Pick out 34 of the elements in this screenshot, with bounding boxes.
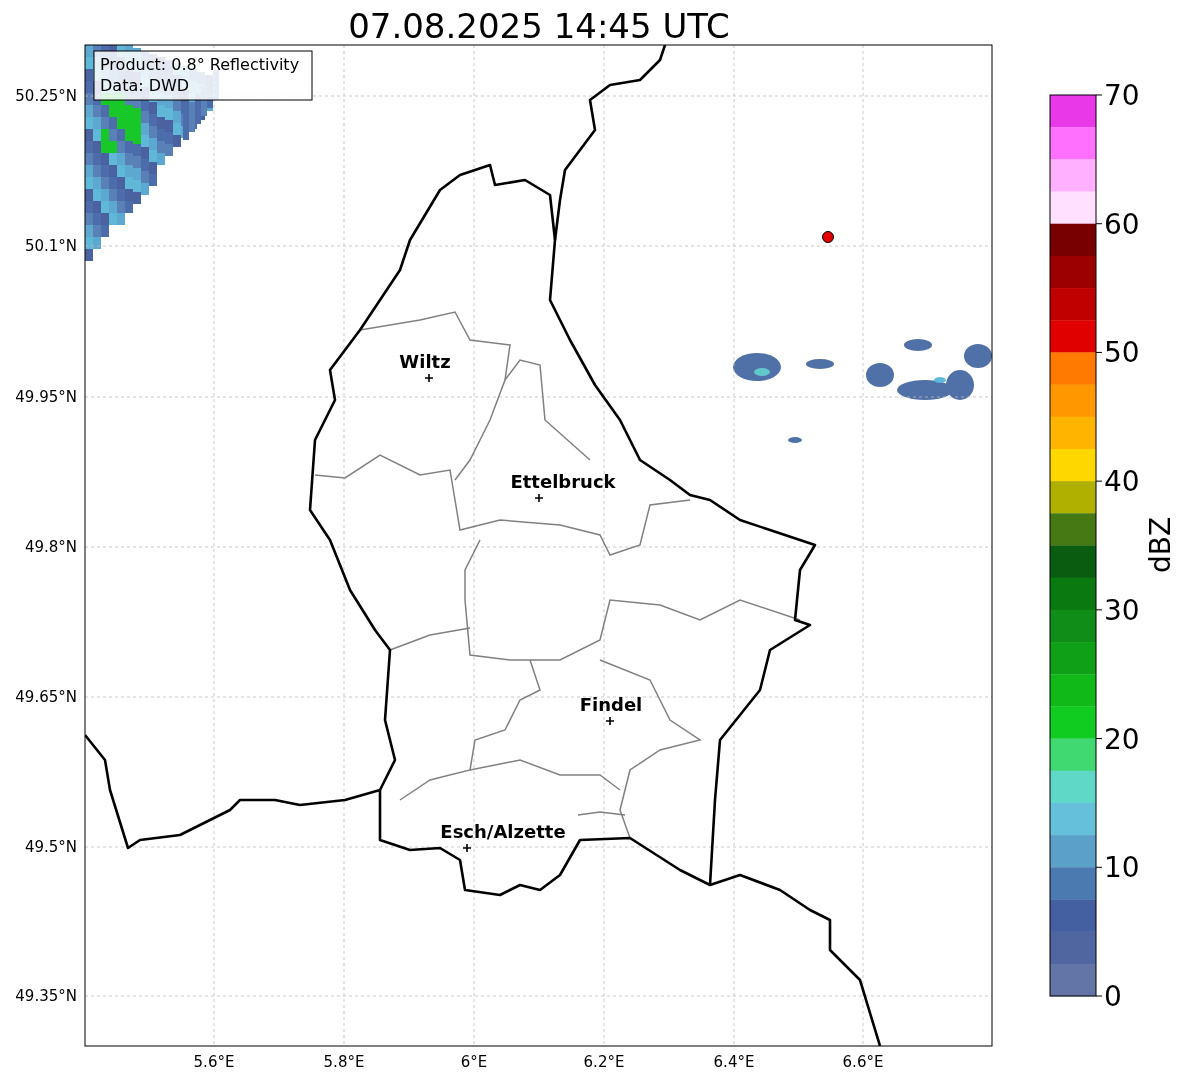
info-text: Data: DWD	[100, 76, 190, 95]
colorbar-tick-label: 0	[1104, 980, 1122, 1013]
longitude-label: 6.6°E	[842, 1053, 884, 1071]
latitude-label: 49.95°N	[15, 388, 77, 406]
longitude-label: 5.6°E	[193, 1053, 235, 1071]
colorbar-label: dBZ	[1144, 516, 1177, 574]
city-label: Esch/Alzette	[440, 821, 566, 842]
longitude-label: 5.8°E	[323, 1053, 365, 1071]
colorbar-tick-label: 70	[1104, 79, 1140, 112]
info-text: Product: 0.8° Reflectivity	[100, 55, 300, 74]
city-marker-icon	[462, 843, 472, 853]
chart-title: 07.08.2025 14:45 UTC	[348, 6, 730, 46]
station-dot	[822, 231, 834, 243]
latitude-label: 50.1°N	[24, 237, 77, 255]
city-label: Ettelbruck	[510, 471, 616, 492]
latitude-label: 49.65°N	[15, 688, 77, 706]
colorbar-tick-label: 20	[1104, 722, 1140, 756]
colorbar-tick-label: 40	[1104, 465, 1140, 499]
colorbar-tick-label: 60	[1104, 207, 1140, 241]
city-label: Wiltz	[399, 351, 451, 372]
city-label: Findel	[579, 694, 643, 715]
latitude-label: 50.25°N	[15, 87, 77, 105]
latitude-label: 49.8°N	[24, 538, 77, 556]
city-marker-icon	[534, 493, 544, 503]
city-marker-icon	[605, 716, 615, 726]
latitude-label: 49.5°N	[24, 838, 77, 856]
colorbar-tick-label: 30	[1104, 593, 1140, 627]
colorbar-tick-label: 10	[1104, 851, 1140, 885]
latitude-label: 49.35°N	[15, 987, 77, 1005]
longitude-label: 6.4°E	[713, 1053, 755, 1071]
longitude-label: 6°E	[460, 1053, 488, 1071]
longitude-label: 6.2°E	[583, 1053, 625, 1071]
colorbar-tick-label: 50	[1104, 336, 1140, 370]
city-marker-icon	[424, 373, 434, 383]
